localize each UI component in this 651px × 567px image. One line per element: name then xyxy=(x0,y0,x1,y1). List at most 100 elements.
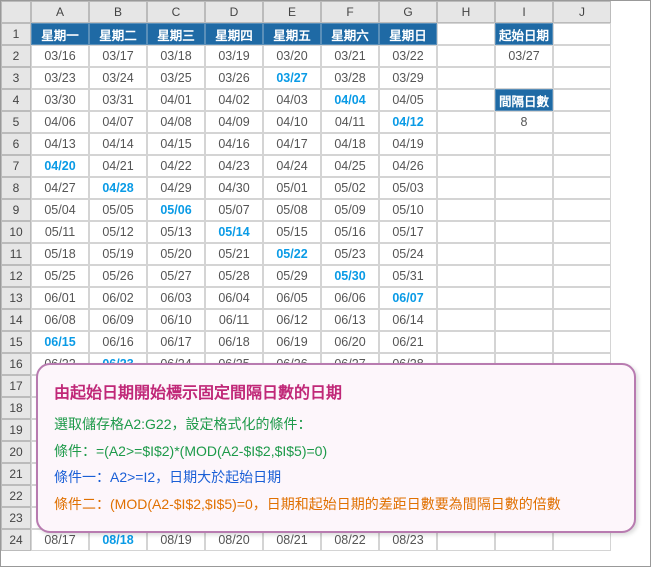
cell-11-C[interactable]: 05/20 xyxy=(147,243,205,265)
cell-4-E[interactable]: 04/03 xyxy=(263,89,321,111)
col-header-D[interactable]: D xyxy=(205,1,263,23)
cell-7-F[interactable]: 04/25 xyxy=(321,155,379,177)
cell-6-G[interactable]: 04/19 xyxy=(379,133,437,155)
cell-8-G[interactable]: 05/03 xyxy=(379,177,437,199)
cell-4-G[interactable]: 04/05 xyxy=(379,89,437,111)
cell-2-G[interactable]: 03/22 xyxy=(379,45,437,67)
row-header-8[interactable]: 8 xyxy=(1,177,31,199)
cell-13-I[interactable] xyxy=(495,287,553,309)
row-header-6[interactable]: 6 xyxy=(1,133,31,155)
cell-12-I[interactable] xyxy=(495,265,553,287)
cell-7-I[interactable] xyxy=(495,155,553,177)
cell-3-F[interactable]: 03/28 xyxy=(321,67,379,89)
cell-15-C[interactable]: 06/17 xyxy=(147,331,205,353)
cell-1-D[interactable]: 星期四 xyxy=(205,23,263,45)
cell-6-E[interactable]: 04/17 xyxy=(263,133,321,155)
cell-8-C[interactable]: 04/29 xyxy=(147,177,205,199)
row-header-10[interactable]: 10 xyxy=(1,221,31,243)
cell-7-E[interactable]: 04/24 xyxy=(263,155,321,177)
cell-2-I[interactable]: 03/27 xyxy=(495,45,553,67)
cell-10-J[interactable] xyxy=(553,221,611,243)
row-header-7[interactable]: 7 xyxy=(1,155,31,177)
cell-4-A[interactable]: 03/30 xyxy=(31,89,89,111)
cell-2-B[interactable]: 03/17 xyxy=(89,45,147,67)
cell-4-J[interactable] xyxy=(553,89,611,111)
cell-1-B[interactable]: 星期二 xyxy=(89,23,147,45)
cell-11-D[interactable]: 05/21 xyxy=(205,243,263,265)
cell-7-J[interactable] xyxy=(553,155,611,177)
cell-3-I[interactable] xyxy=(495,67,553,89)
row-header-23[interactable]: 23 xyxy=(1,507,31,529)
cell-14-G[interactable]: 06/14 xyxy=(379,309,437,331)
cell-15-J[interactable] xyxy=(553,331,611,353)
cell-11-H[interactable] xyxy=(437,243,495,265)
cell-4-D[interactable]: 04/02 xyxy=(205,89,263,111)
cell-2-H[interactable] xyxy=(437,45,495,67)
cell-15-I[interactable] xyxy=(495,331,553,353)
cell-7-A[interactable]: 04/20 xyxy=(31,155,89,177)
cell-12-E[interactable]: 05/29 xyxy=(263,265,321,287)
row-header-20[interactable]: 20 xyxy=(1,441,31,463)
cell-12-B[interactable]: 05/26 xyxy=(89,265,147,287)
cell-10-B[interactable]: 05/12 xyxy=(89,221,147,243)
cell-8-A[interactable]: 04/27 xyxy=(31,177,89,199)
cell-6-J[interactable] xyxy=(553,133,611,155)
cell-10-E[interactable]: 05/15 xyxy=(263,221,321,243)
cell-9-B[interactable]: 05/05 xyxy=(89,199,147,221)
cell-14-B[interactable]: 06/09 xyxy=(89,309,147,331)
cell-2-C[interactable]: 03/18 xyxy=(147,45,205,67)
cell-6-H[interactable] xyxy=(437,133,495,155)
col-header-H[interactable]: H xyxy=(437,1,495,23)
cell-12-A[interactable]: 05/25 xyxy=(31,265,89,287)
cell-10-A[interactable]: 05/11 xyxy=(31,221,89,243)
cell-14-E[interactable]: 06/12 xyxy=(263,309,321,331)
cell-14-H[interactable] xyxy=(437,309,495,331)
cell-3-A[interactable]: 03/23 xyxy=(31,67,89,89)
cell-9-D[interactable]: 05/07 xyxy=(205,199,263,221)
cell-5-E[interactable]: 04/10 xyxy=(263,111,321,133)
cell-11-B[interactable]: 05/19 xyxy=(89,243,147,265)
row-header-11[interactable]: 11 xyxy=(1,243,31,265)
cell-7-D[interactable]: 04/23 xyxy=(205,155,263,177)
cell-8-D[interactable]: 04/30 xyxy=(205,177,263,199)
cell-1-F[interactable]: 星期六 xyxy=(321,23,379,45)
row-header-2[interactable]: 2 xyxy=(1,45,31,67)
cell-4-B[interactable]: 03/31 xyxy=(89,89,147,111)
col-header-C[interactable]: C xyxy=(147,1,205,23)
cell-15-D[interactable]: 06/18 xyxy=(205,331,263,353)
cell-3-D[interactable]: 03/26 xyxy=(205,67,263,89)
cell-12-D[interactable]: 05/28 xyxy=(205,265,263,287)
cell-14-I[interactable] xyxy=(495,309,553,331)
cell-6-B[interactable]: 04/14 xyxy=(89,133,147,155)
cell-11-J[interactable] xyxy=(553,243,611,265)
cell-15-A[interactable]: 06/15 xyxy=(31,331,89,353)
row-header-15[interactable]: 15 xyxy=(1,331,31,353)
cell-8-F[interactable]: 05/02 xyxy=(321,177,379,199)
cell-2-J[interactable] xyxy=(553,45,611,67)
cell-9-G[interactable]: 05/10 xyxy=(379,199,437,221)
cell-13-C[interactable]: 06/03 xyxy=(147,287,205,309)
col-header-B[interactable]: B xyxy=(89,1,147,23)
cell-13-H[interactable] xyxy=(437,287,495,309)
cell-10-I[interactable] xyxy=(495,221,553,243)
cell-1-H[interactable] xyxy=(437,23,495,45)
row-header-17[interactable]: 17 xyxy=(1,375,31,397)
col-header-F[interactable]: F xyxy=(321,1,379,23)
cell-12-J[interactable] xyxy=(553,265,611,287)
row-header-22[interactable]: 22 xyxy=(1,485,31,507)
cell-6-D[interactable]: 04/16 xyxy=(205,133,263,155)
cell-9-A[interactable]: 05/04 xyxy=(31,199,89,221)
cell-11-F[interactable]: 05/23 xyxy=(321,243,379,265)
col-header-E[interactable]: E xyxy=(263,1,321,23)
cell-5-F[interactable]: 04/11 xyxy=(321,111,379,133)
cell-8-H[interactable] xyxy=(437,177,495,199)
row-header-1[interactable]: 1 xyxy=(1,23,31,45)
cell-9-C[interactable]: 05/06 xyxy=(147,199,205,221)
cell-15-E[interactable]: 06/19 xyxy=(263,331,321,353)
cell-11-E[interactable]: 05/22 xyxy=(263,243,321,265)
cell-7-B[interactable]: 04/21 xyxy=(89,155,147,177)
cell-6-A[interactable]: 04/13 xyxy=(31,133,89,155)
row-header-3[interactable]: 3 xyxy=(1,67,31,89)
col-header-G[interactable]: G xyxy=(379,1,437,23)
cell-15-G[interactable]: 06/21 xyxy=(379,331,437,353)
